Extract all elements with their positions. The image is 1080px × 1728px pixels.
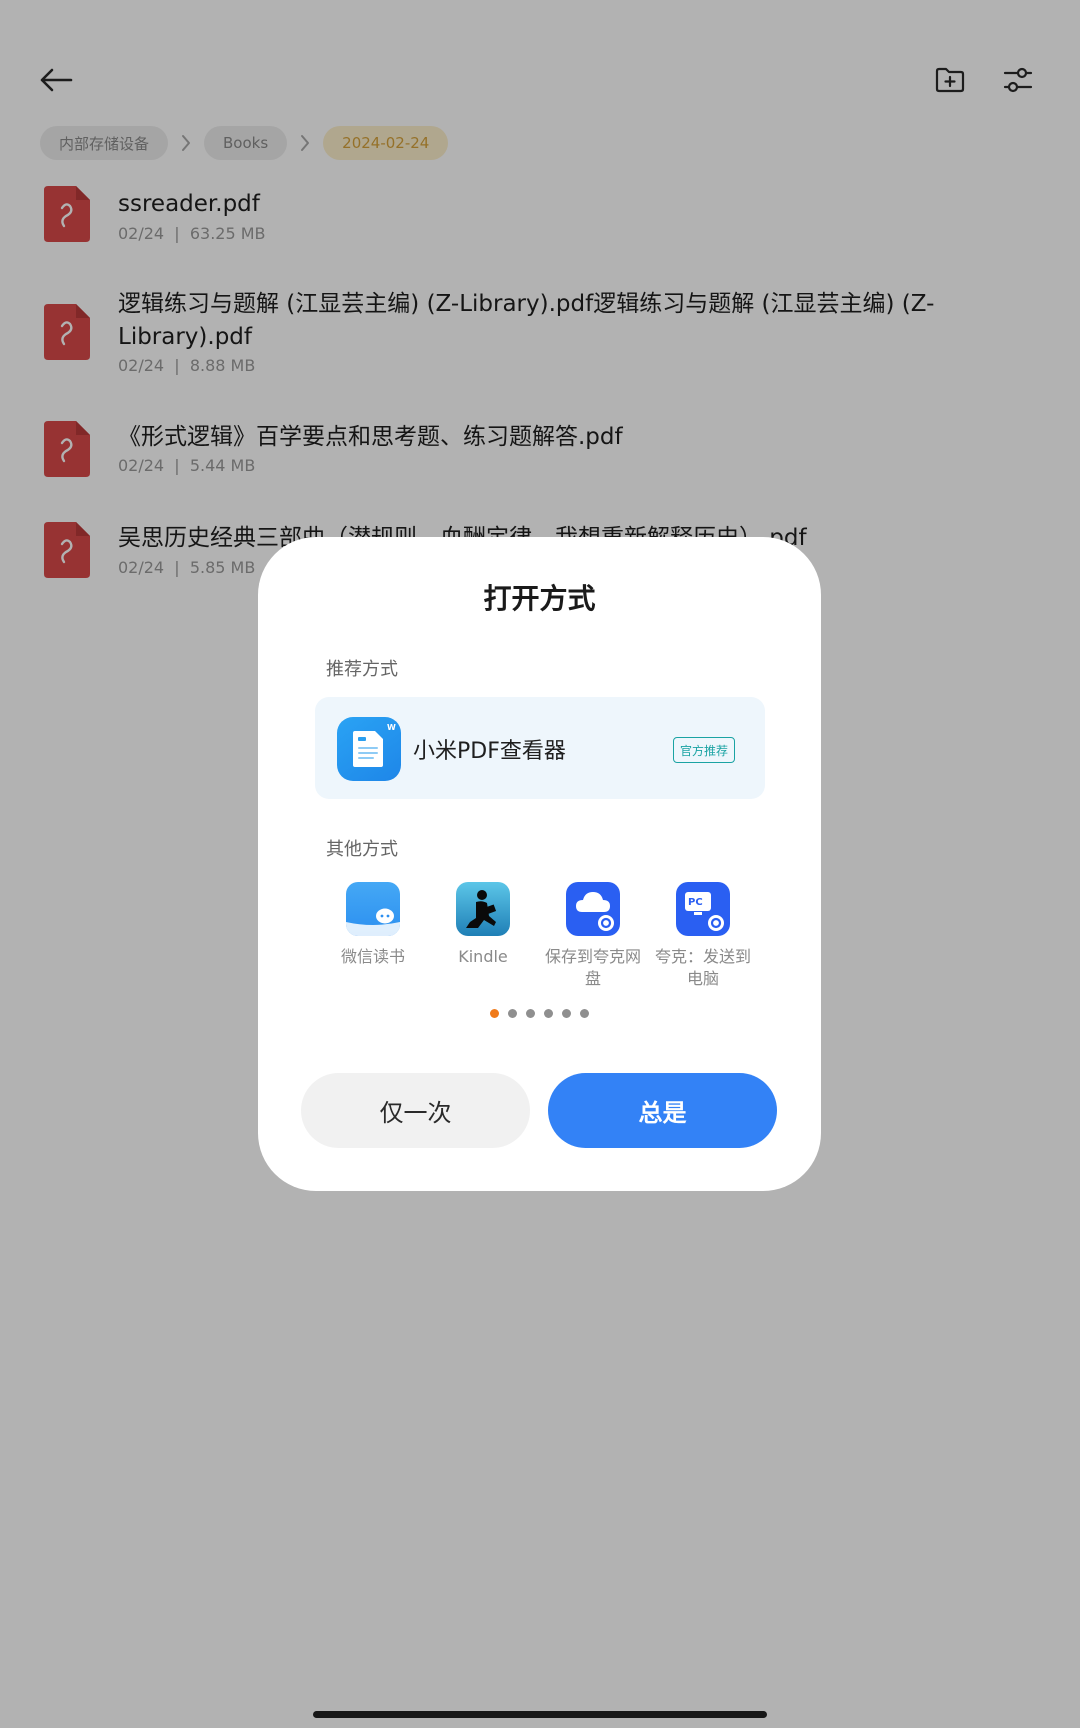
other-section-label: 其他方式: [326, 839, 398, 860]
page-dot[interactable]: [562, 1009, 571, 1018]
page-indicator: [258, 1009, 821, 1018]
kindle-icon: [456, 882, 510, 936]
page-dot[interactable]: [526, 1009, 535, 1018]
recommended-app-name: 小米PDF查看器: [413, 739, 566, 764]
page-dot-active[interactable]: [490, 1009, 499, 1018]
always-button[interactable]: 总是: [548, 1073, 777, 1148]
app-label: Kindle: [458, 947, 508, 966]
open-with-dialog: 打开方式 推荐方式 W 小米PDF查看器 官方推荐 其他方式 微信读书 Kind…: [258, 537, 821, 1191]
app-label: 微信读书: [340, 947, 405, 966]
quark-cloud-icon: [566, 882, 620, 936]
dialog-title: 打开方式: [483, 582, 596, 615]
page-dot[interactable]: [544, 1009, 553, 1018]
page-dot[interactable]: [508, 1009, 517, 1018]
app-label: 保存到夸克网盘: [544, 947, 641, 988]
svg-text:W: W: [387, 723, 396, 732]
just-once-button[interactable]: 仅一次: [301, 1073, 530, 1148]
quark-pc-icon: PC: [676, 882, 730, 936]
weread-icon: [346, 882, 400, 936]
mi-pdf-viewer-icon: W: [337, 717, 401, 781]
other-apps-row: 微信读书 Kindle 保存到夸克网盘 PC 夸克：发送到电脑: [318, 882, 761, 992]
recommended-section-label: 推荐方式: [326, 659, 398, 680]
page-dot[interactable]: [580, 1009, 589, 1018]
svg-text:PC: PC: [688, 897, 703, 908]
official-recommend-badge: 官方推荐: [673, 737, 735, 763]
app-label: 夸克：发送到电脑: [654, 947, 751, 988]
